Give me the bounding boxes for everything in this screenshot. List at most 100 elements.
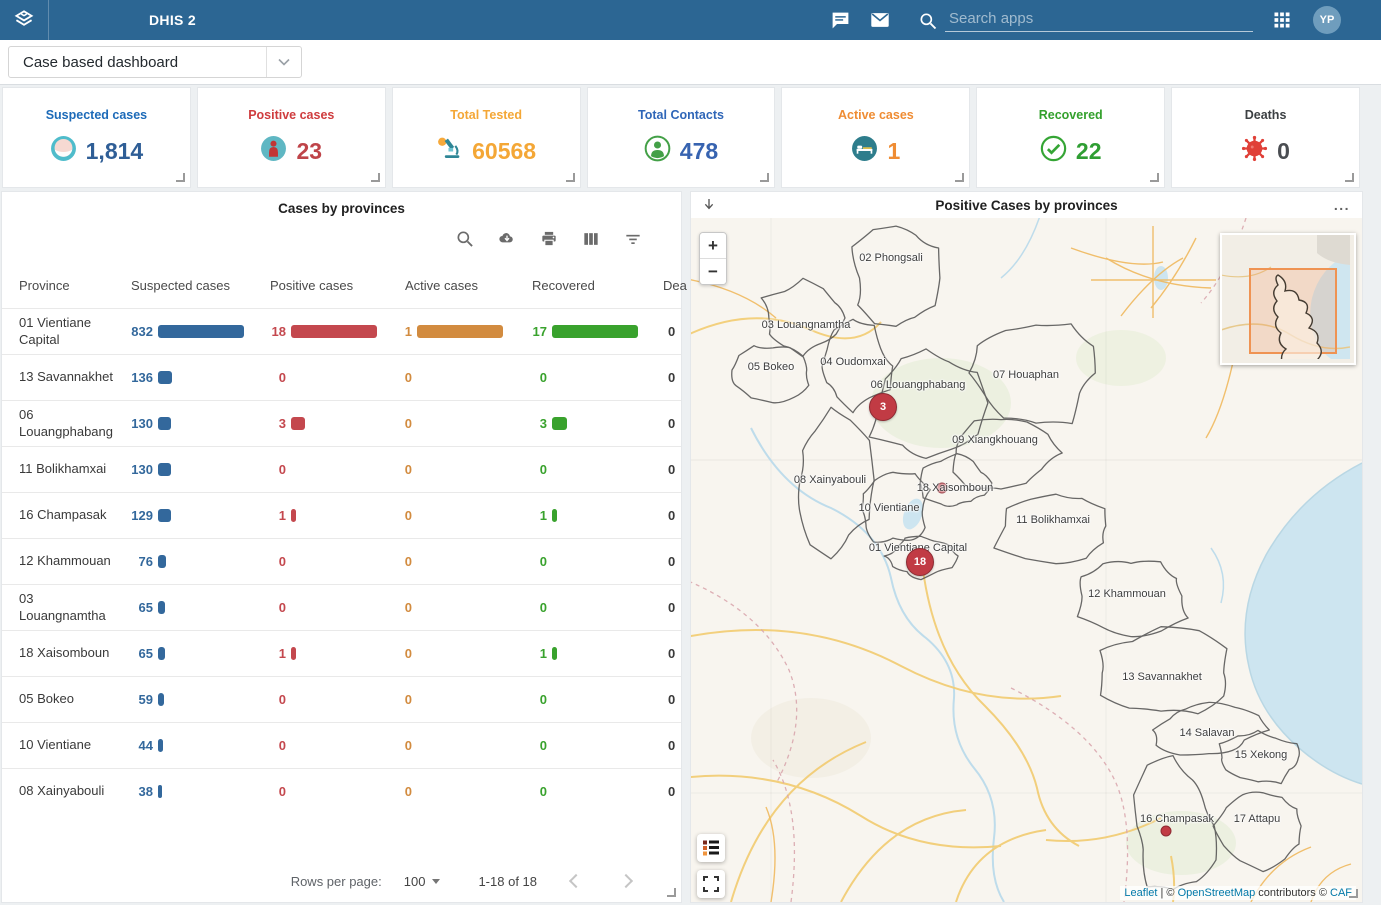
apps-grid-icon[interactable] (1271, 9, 1293, 31)
province-name: 13 Savannakhet (19, 363, 127, 391)
fullscreen-button[interactable] (697, 870, 725, 898)
minimap[interactable] (1220, 233, 1356, 365)
table-row[interactable]: 18 Xaisomboun651010 (2, 630, 681, 676)
column-header-province[interactable]: Province (19, 278, 127, 293)
value-bar (158, 509, 171, 522)
zoom-out-button[interactable]: − (700, 259, 726, 284)
stat-card-recovered[interactable]: Recovered22 (976, 87, 1165, 188)
columns-icon[interactable] (581, 229, 601, 249)
card-resize-handle[interactable] (955, 173, 964, 182)
column-header-deaths[interactable]: Deaths (659, 278, 687, 293)
stat-card-total-contacts[interactable]: Total Contacts478 (587, 87, 776, 188)
card-title: Recovered (1039, 108, 1103, 122)
table-cell: 0 (401, 738, 528, 753)
table-cell: 0 (266, 554, 401, 569)
dhis2-dashboard-page: DHIS 2 YP (0, 0, 1381, 905)
value-bar (158, 693, 164, 706)
stat-cards-row: Suspected cases1,814Positive cases23Tota… (2, 87, 1360, 188)
province-label: 14 Salavan (1179, 727, 1234, 739)
print-icon[interactable] (539, 229, 559, 249)
province-label: 12 Khammouan (1088, 588, 1166, 600)
more-options-icon[interactable]: ... (1334, 197, 1350, 213)
stat-card-positive-cases[interactable]: Positive cases23 (197, 87, 386, 188)
province-name: 01 Vientiane Capital (19, 309, 127, 354)
table-cell: 65 (127, 600, 266, 615)
column-header-positive[interactable]: Positive cases (266, 278, 401, 293)
case-count-marker[interactable]: 18 (906, 548, 934, 576)
card-value: 1 (887, 138, 900, 165)
province-label: 18 Xaisomboun (917, 482, 993, 494)
card-resize-handle[interactable] (371, 173, 380, 182)
user-avatar[interactable]: YP (1313, 6, 1341, 34)
map-panel: Positive Cases by provinces ... (690, 191, 1363, 903)
table-cell: 0 (401, 692, 528, 707)
mail-icon[interactable] (869, 9, 891, 31)
download-cloud-icon[interactable] (497, 229, 517, 249)
table-row[interactable]: 08 Xainyabouli380000 (2, 768, 681, 814)
value-bar (417, 325, 503, 338)
stat-card-active-cases[interactable]: Active cases1 (781, 87, 970, 188)
table-row[interactable]: 16 Champasak1291010 (2, 492, 681, 538)
osm-link[interactable]: OpenStreetMap (1178, 887, 1256, 899)
table-cell: 1 (401, 324, 528, 339)
table-cell: 0 (528, 738, 659, 753)
value-bar (158, 325, 244, 338)
leaflet-link[interactable]: Leaflet (1124, 887, 1157, 899)
deaths-value: 0 (659, 324, 681, 339)
table-row[interactable]: 01 Vientiane Capital832181170 (2, 308, 681, 354)
check-circle-icon (1040, 135, 1067, 167)
value-bar (158, 417, 171, 430)
stat-card-total-tested[interactable]: Total Tested 60568 (392, 87, 581, 188)
deaths-value: 0 (659, 600, 681, 615)
zoom-in-button[interactable]: + (700, 233, 726, 259)
card-resize-handle[interactable] (176, 173, 185, 182)
messages-icon[interactable] (829, 9, 851, 31)
card-resize-handle[interactable] (760, 173, 769, 182)
province-name: 16 Champasak (19, 501, 127, 529)
deaths-value: 0 (659, 416, 681, 431)
card-title: Total Tested (450, 108, 522, 122)
next-page-button[interactable] (613, 869, 637, 893)
fullscreen-icon (703, 876, 719, 892)
card-resize-handle[interactable] (1150, 173, 1159, 182)
filter-icon[interactable] (623, 229, 643, 249)
card-value: 60568 (472, 138, 536, 165)
download-arrow-icon[interactable] (701, 197, 717, 213)
dhis2-logo[interactable] (0, 0, 49, 40)
table-row[interactable]: 05 Bokeo590000 (2, 676, 681, 722)
previous-page-button[interactable] (563, 869, 587, 893)
table-cell: 1 (266, 646, 401, 661)
stat-card-deaths[interactable]: Deaths0 (1171, 87, 1360, 188)
table-row[interactable]: 06 Louangphabang1303030 (2, 400, 681, 446)
table-pagination: Rows per page: 100 1-18 of 18 (2, 860, 681, 902)
province-name: 11 Bolikhamxai (19, 455, 127, 483)
table-row[interactable]: 11 Bolikhamxai1300000 (2, 446, 681, 492)
search-apps-input[interactable] (945, 8, 1253, 32)
map-canvas[interactable]: 02 Phongsali03 Louangnamtha05 Bokeo04 Ou… (691, 218, 1362, 902)
table-row[interactable]: 03 Louangnamtha650000 (2, 584, 681, 630)
card-resize-handle[interactable] (1345, 173, 1354, 182)
province-label: 15 Xekong (1235, 749, 1288, 761)
table-row[interactable]: 13 Savannakhet1360000 (2, 354, 681, 400)
case-count-marker[interactable]: 3 (869, 393, 897, 421)
rows-per-page-select[interactable]: 100 (404, 874, 441, 889)
table-cell: 17 (528, 324, 659, 339)
dashboard-selector[interactable]: Case based dashboard (8, 46, 302, 78)
column-header-suspected[interactable]: Suspected cases (127, 278, 266, 293)
table-search-icon[interactable] (455, 229, 475, 249)
stat-card-suspected-cases[interactable]: Suspected cases1,814 (2, 87, 191, 188)
case-dot-marker[interactable] (1161, 826, 1172, 837)
table-cell: 0 (266, 692, 401, 707)
panel-resize-handle[interactable] (667, 888, 676, 897)
table-cell: 0 (401, 646, 528, 661)
legend-button[interactable] (697, 834, 725, 862)
table-row[interactable]: 12 Khammouan760000 (2, 538, 681, 584)
column-header-recovered[interactable]: Recovered (528, 278, 659, 293)
cases-table-panel: Cases by provinces Province Suspected ca… (1, 191, 682, 903)
table-cell: 0 (528, 554, 659, 569)
card-resize-handle[interactable] (566, 173, 575, 182)
column-header-active[interactable]: Active cases (401, 278, 528, 293)
map-zoom-control: + − (699, 232, 727, 285)
panel-resize-handle[interactable] (1349, 889, 1358, 898)
table-row[interactable]: 10 Vientiane440000 (2, 722, 681, 768)
